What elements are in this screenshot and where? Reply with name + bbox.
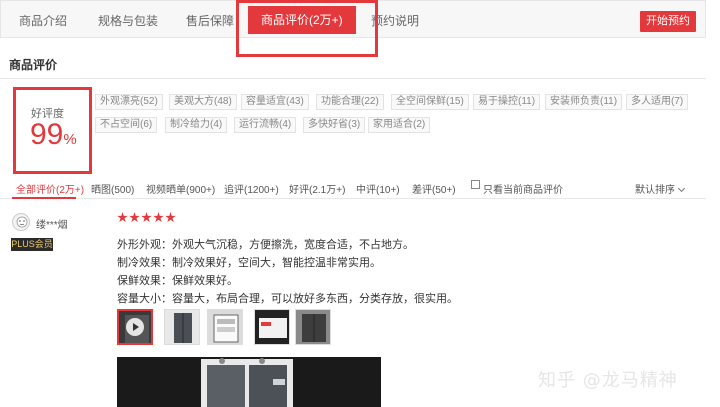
photo-thumbnail[interactable] bbox=[254, 309, 290, 345]
filter-divider bbox=[0, 198, 706, 199]
photo-thumbnail[interactable] bbox=[164, 309, 200, 345]
star-icon bbox=[117, 212, 128, 223]
filter-negative[interactable]: 差评(50+) bbox=[412, 181, 456, 196]
review-text-line: 外形外观：外观大气沉稳，方便擦洗，宽度合适，不占地方。 bbox=[117, 239, 414, 251]
star-icon bbox=[153, 212, 164, 223]
chevron-down-icon bbox=[677, 184, 686, 193]
tag-item[interactable]: 不占空间(6) bbox=[95, 117, 158, 133]
filter-video[interactable]: 视频晒单(900+) bbox=[146, 181, 215, 196]
rating-number: 99 bbox=[30, 118, 64, 151]
tag-item[interactable]: 容量适宜(43) bbox=[241, 94, 309, 110]
filter-neutral[interactable]: 中评(10+) bbox=[356, 181, 400, 196]
tag-item[interactable]: 功能合理(22) bbox=[316, 94, 384, 110]
video-thumbnail[interactable] bbox=[117, 309, 153, 345]
tag-item[interactable]: 易于操控(11) bbox=[473, 94, 541, 110]
fridge-image bbox=[296, 310, 330, 344]
fridge-image bbox=[208, 310, 242, 344]
start-reservation-button[interactable]: 开始预约 bbox=[640, 11, 696, 32]
tab-reservation-info[interactable]: 预约说明 bbox=[371, 12, 419, 29]
sort-dropdown[interactable]: 默认排序 bbox=[635, 181, 686, 196]
star-icon bbox=[141, 212, 152, 223]
tag-item[interactable]: 安装师负责(11) bbox=[545, 94, 623, 110]
filter-follow-up[interactable]: 追评(1200+) bbox=[224, 181, 279, 196]
photo-thumbnail[interactable] bbox=[207, 309, 243, 345]
only-current-label[interactable]: 只看当前商品评价 bbox=[483, 181, 563, 196]
tag-item[interactable]: 美观大方(48) bbox=[169, 94, 237, 110]
tag-item[interactable]: 外观漂亮(52) bbox=[95, 94, 163, 110]
photo-thumbnail[interactable] bbox=[295, 309, 331, 345]
review-text-line: 容量大小：容量大，布局合理，可以放好多东西，分类存放，很实用。 bbox=[117, 293, 458, 305]
play-icon bbox=[126, 318, 144, 336]
fridge-image bbox=[165, 310, 199, 344]
section-title: 商品评价 bbox=[9, 58, 58, 72]
tag-item[interactable]: 运行流畅(4) bbox=[234, 117, 297, 133]
rating-unit: % bbox=[63, 131, 77, 148]
review-video-preview[interactable] bbox=[117, 357, 381, 407]
active-filter-underline bbox=[12, 197, 76, 199]
divider bbox=[0, 78, 706, 79]
tag-item[interactable]: 多快好省(3) bbox=[303, 117, 366, 133]
filter-all-reviews[interactable]: 全部评价(2万+) bbox=[16, 181, 84, 196]
plus-member-badge: PLUS会员 bbox=[11, 238, 53, 251]
tag-item[interactable]: 全空间保鲜(15) bbox=[391, 94, 469, 110]
avatar bbox=[12, 213, 30, 231]
star-rating bbox=[117, 212, 177, 226]
filter-photos[interactable]: 晒图(500) bbox=[91, 181, 134, 196]
highlight-annotation-tab bbox=[236, 0, 378, 57]
watermark: 知乎 @龙马精神 bbox=[538, 370, 678, 391]
filter-positive[interactable]: 好评(2.1万+) bbox=[289, 181, 345, 196]
review-text-line: 制冷效果：制冷效果好，空间大，智能控温非常实用。 bbox=[117, 257, 381, 269]
tag-item[interactable]: 多人适用(7) bbox=[626, 94, 689, 110]
tab-specs-packaging[interactable]: 规格与包装 bbox=[98, 12, 158, 29]
avatar-icon bbox=[16, 216, 28, 228]
only-current-checkbox[interactable] bbox=[471, 180, 480, 189]
sort-label: 默认排序 bbox=[635, 185, 675, 196]
fridge-image bbox=[255, 310, 289, 344]
tag-item[interactable]: 家用适合(2) bbox=[368, 117, 431, 133]
star-icon bbox=[165, 212, 176, 223]
review-text-line: 保鲜效果：保鲜效果好。 bbox=[117, 275, 238, 287]
tab-after-sales[interactable]: 售后保障 bbox=[186, 12, 234, 29]
tab-product-intro[interactable]: 商品介绍 bbox=[19, 12, 67, 29]
fridge-video-frame bbox=[117, 357, 381, 407]
star-icon bbox=[129, 212, 140, 223]
positive-rating-box: 好评度 99% bbox=[13, 87, 92, 174]
username: 缕***烟 bbox=[36, 220, 68, 231]
tag-item[interactable]: 制冷给力(4) bbox=[165, 117, 228, 133]
rating-value: 99% bbox=[30, 118, 77, 152]
